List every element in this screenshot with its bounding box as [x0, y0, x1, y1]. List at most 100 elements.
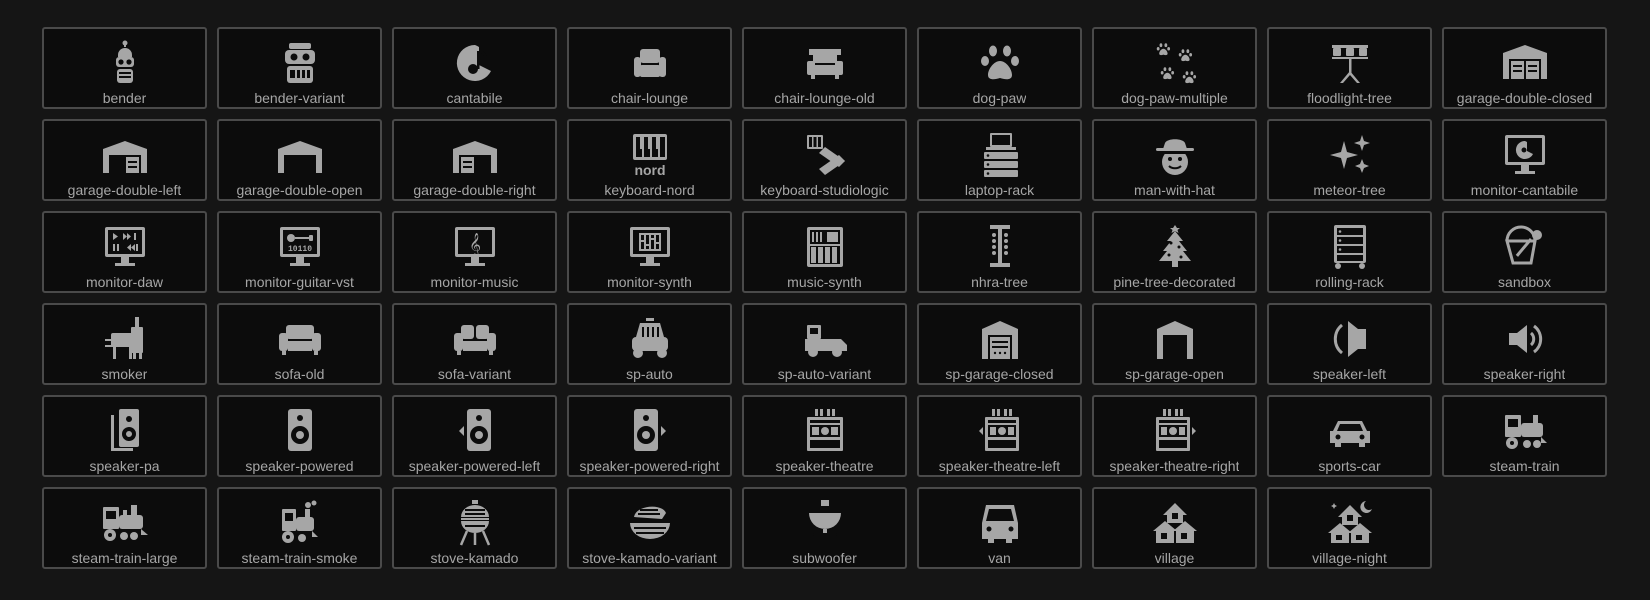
icon-label: garage-double-left — [67, 182, 182, 198]
icon-label: steam-train — [1489, 458, 1560, 474]
icon-tile-sandbox[interactable]: sandbox — [1442, 211, 1607, 293]
steam-train-large-icon — [101, 499, 149, 547]
icon-tile-village[interactable]: village — [1092, 487, 1257, 569]
icon-tile-speaker-theatre[interactable]: speaker-theatre — [742, 395, 907, 477]
icon-tile-bender-variant[interactable]: bender-variant — [217, 27, 382, 109]
icon-label: floodlight-tree — [1307, 90, 1392, 106]
icon-label: sp-garage-open — [1125, 366, 1224, 382]
icon-label: laptop-rack — [964, 182, 1035, 198]
steam-train-smoke-icon — [276, 499, 324, 547]
icon-label: keyboard-studiologic — [760, 182, 889, 198]
icon-label: village-night — [1312, 550, 1387, 566]
speaker-left-icon — [1326, 315, 1374, 363]
icon-tile-meteor-tree[interactable]: meteor-tree — [1267, 119, 1432, 201]
icon-tile-floodlight-tree[interactable]: floodlight-tree — [1267, 27, 1432, 109]
icon-tile-dog-paw[interactable]: dog-paw — [917, 27, 1082, 109]
icon-tile-garage-double-open[interactable]: garage-double-open — [217, 119, 382, 201]
icon-tile-cantabile[interactable]: cantabile — [392, 27, 557, 109]
icon-tile-garage-double-closed[interactable]: garage-double-closed — [1442, 27, 1607, 109]
icon-tile-pine-tree-decorated[interactable]: pine-tree-decorated — [1092, 211, 1257, 293]
icon-tile-monitor-synth[interactable]: monitor-synth — [567, 211, 732, 293]
icon-tile-monitor-guitar-vst[interactable]: 10110 monitor-guitar-vst — [217, 211, 382, 293]
icon-label: steam-train-smoke — [241, 550, 358, 566]
icon-tile-music-synth[interactable]: music-synth — [742, 211, 907, 293]
icon-label: stove-kamado-variant — [582, 550, 717, 566]
sandbox-icon — [1501, 223, 1549, 271]
speaker-powered-icon — [276, 407, 324, 455]
icon-label: meteor-tree — [1313, 182, 1386, 198]
village-icon — [1151, 499, 1199, 547]
steam-train-icon — [1501, 407, 1549, 455]
icon-tile-speaker-powered-right[interactable]: speaker-powered-right — [567, 395, 732, 477]
speaker-theatre-left-icon — [976, 407, 1024, 455]
music-synth-icon — [801, 223, 849, 271]
icon-tile-laptop-rack[interactable]: laptop-rack — [917, 119, 1082, 201]
icon-grid: bender bender-variant cantabile chair-lo… — [42, 27, 1607, 569]
icon-tile-chair-lounge[interactable]: chair-lounge — [567, 27, 732, 109]
icon-tile-steam-train-smoke[interactable]: steam-train-smoke — [217, 487, 382, 569]
icon-label: sp-auto — [626, 366, 673, 382]
keyboard-studiologic-icon — [801, 131, 849, 179]
icon-tile-steam-train[interactable]: steam-train — [1442, 395, 1607, 477]
icon-tile-sp-garage-open[interactable]: sp-garage-open — [1092, 303, 1257, 385]
icon-tile-speaker-theatre-right[interactable]: speaker-theatre-right — [1092, 395, 1257, 477]
icon-tile-smoker[interactable]: smoker — [42, 303, 207, 385]
icon-tile-rolling-rack[interactable]: rolling-rack — [1267, 211, 1432, 293]
icon-tile-speaker-powered[interactable]: speaker-powered — [217, 395, 382, 477]
icon-label: speaker-powered-left — [408, 458, 541, 474]
monitor-music-icon: 𝄞 — [451, 223, 499, 271]
garage-double-open-icon — [276, 131, 324, 179]
icon-tile-nhra-tree[interactable]: nhra-tree — [917, 211, 1082, 293]
icon-tile-garage-double-right[interactable]: garage-double-right — [392, 119, 557, 201]
village-night-icon — [1326, 499, 1374, 547]
icon-tile-sofa-variant[interactable]: sofa-variant — [392, 303, 557, 385]
icon-tile-speaker-powered-left[interactable]: speaker-powered-left — [392, 395, 557, 477]
icon-label: speaker-pa — [89, 458, 160, 474]
icon-tile-dog-paw-multiple[interactable]: dog-paw-multiple — [1092, 27, 1257, 109]
speaker-theatre-icon — [801, 407, 849, 455]
monitor-synth-icon — [626, 223, 674, 271]
icon-tile-village-night[interactable]: village-night — [1267, 487, 1432, 569]
chair-lounge-old-icon — [801, 39, 849, 87]
icon-tile-sp-auto[interactable]: sp-auto — [567, 303, 732, 385]
icon-label: sofa-variant — [437, 366, 512, 382]
icon-tile-garage-double-left[interactable]: garage-double-left — [42, 119, 207, 201]
pine-tree-decorated-icon — [1151, 223, 1199, 271]
speaker-powered-right-icon — [626, 407, 674, 455]
dog-paw-icon — [976, 39, 1024, 87]
icon-tile-sp-auto-variant[interactable]: sp-auto-variant — [742, 303, 907, 385]
monitor-guitar-vst-icon: 10110 — [276, 223, 324, 271]
keyboard-nord-icon: nord — [626, 131, 674, 179]
icon-tile-speaker-right[interactable]: speaker-right — [1442, 303, 1607, 385]
icon-label: dog-paw-multiple — [1121, 90, 1228, 106]
smoker-icon — [101, 315, 149, 363]
meteor-tree-icon — [1326, 131, 1374, 179]
icon-label: keyboard-nord — [604, 182, 695, 198]
icon-tile-speaker-pa[interactable]: speaker-pa — [42, 395, 207, 477]
icon-tile-stove-kamado[interactable]: stove-kamado — [392, 487, 557, 569]
icon-tile-sofa-old[interactable]: sofa-old — [217, 303, 382, 385]
icon-tile-sports-car[interactable]: sports-car — [1267, 395, 1432, 477]
sports-car-icon — [1326, 407, 1374, 455]
icon-tile-monitor-daw[interactable]: monitor-daw — [42, 211, 207, 293]
icon-label: monitor-synth — [607, 274, 692, 290]
icon-tile-stove-kamado-variant[interactable]: stove-kamado-variant — [567, 487, 732, 569]
icon-tile-keyboard-nord[interactable]: nord keyboard-nord — [567, 119, 732, 201]
icon-label: rolling-rack — [1315, 274, 1384, 290]
icon-tile-bender[interactable]: bender — [42, 27, 207, 109]
icon-tile-van[interactable]: van — [917, 487, 1082, 569]
icon-tile-keyboard-studiologic[interactable]: keyboard-studiologic — [742, 119, 907, 201]
speaker-right-icon — [1501, 315, 1549, 363]
icon-tile-monitor-music[interactable]: 𝄞 monitor-music — [392, 211, 557, 293]
icon-tile-steam-train-large[interactable]: steam-train-large — [42, 487, 207, 569]
stove-kamado-icon — [451, 499, 499, 547]
icon-tile-man-with-hat[interactable]: man-with-hat — [1092, 119, 1257, 201]
icon-tile-monitor-cantabile[interactable]: monitor-cantabile — [1442, 119, 1607, 201]
icon-tile-speaker-left[interactable]: speaker-left — [1267, 303, 1432, 385]
icon-tile-sp-garage-closed[interactable]: sp-garage-closed — [917, 303, 1082, 385]
icon-tile-speaker-theatre-left[interactable]: speaker-theatre-left — [917, 395, 1082, 477]
icon-label: speaker-left — [1312, 366, 1387, 382]
icon-tile-chair-lounge-old[interactable]: chair-lounge-old — [742, 27, 907, 109]
icon-tile-subwoofer[interactable]: subwoofer — [742, 487, 907, 569]
floodlight-tree-icon — [1326, 39, 1374, 87]
